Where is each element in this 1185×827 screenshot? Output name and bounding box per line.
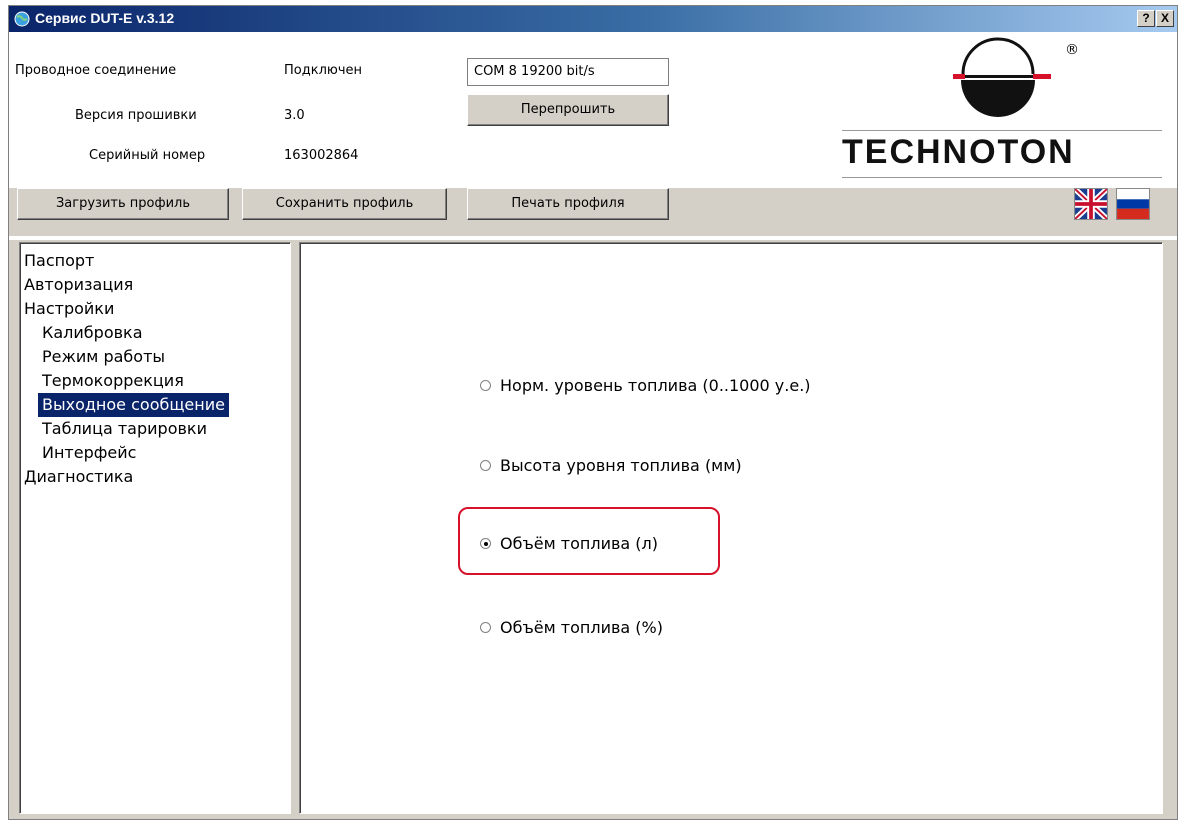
app-window: Сервис DUT-E v.3.12 ? X Проводное соедин…: [8, 5, 1178, 820]
output-message-panel: Норм. уровень топлива (0..1000 у.е.) Выс…: [299, 242, 1163, 814]
connection-status: Подключен: [284, 63, 362, 78]
print-profile-button[interactable]: Печать профиля: [467, 188, 669, 220]
help-button[interactable]: ?: [1137, 10, 1155, 27]
option-normalized-level[interactable]: Норм. уровень топлива (0..1000 у.е.): [480, 373, 811, 397]
firmware-label: Версия прошивки: [75, 108, 197, 123]
close-button[interactable]: X: [1156, 10, 1174, 27]
logo-divider-bottom: [842, 177, 1162, 178]
tree-item-thermocorrection[interactable]: Термокоррекция: [42, 369, 184, 393]
navigation-tree: Паспорт Авторизация Настройки Калибровка…: [19, 242, 291, 814]
tree-item-authorization[interactable]: Авторизация: [24, 273, 133, 297]
tree-item-output-message[interactable]: Выходное сообщение: [38, 393, 229, 417]
radio-selected-icon[interactable]: [480, 537, 491, 549]
app-globe-icon: [14, 11, 30, 27]
option-label: Норм. уровень топлива (0..1000 у.е.): [500, 375, 811, 395]
radio-icon[interactable]: [480, 379, 491, 391]
technoton-logo-icon: [953, 37, 1051, 117]
tree-item-interface[interactable]: Интерфейс: [42, 441, 136, 465]
option-level-height[interactable]: Высота уровня топлива (мм): [480, 453, 742, 477]
load-profile-button[interactable]: Загрузить профиль: [17, 188, 229, 220]
title-bar[interactable]: Сервис DUT-E v.3.12 ? X: [9, 6, 1177, 32]
option-label: Высота уровня топлива (мм): [500, 455, 742, 475]
option-fuel-volume-liters[interactable]: Объём топлива (л): [480, 531, 658, 555]
port-info-field: COM 8 19200 bit/s: [467, 58, 669, 86]
tree-item-settings[interactable]: Настройки: [24, 297, 114, 321]
uk-flag-icon[interactable]: [1074, 188, 1108, 220]
option-label: Объём топлива (%): [500, 617, 663, 637]
registered-mark: ®: [1065, 42, 1079, 58]
window-title: Сервис DUT-E v.3.12: [35, 10, 175, 26]
logo-text: TECHNOTON: [842, 133, 1075, 171]
tree-item-diagnostics[interactable]: Диагностика: [24, 465, 133, 489]
option-label: Объём топлива (л): [500, 533, 658, 553]
firmware-value: 3.0: [284, 108, 305, 123]
tree-item-passport[interactable]: Паспорт: [24, 249, 94, 273]
serial-label: Серийный номер: [89, 148, 206, 163]
russia-flag-icon[interactable]: [1116, 188, 1150, 220]
profile-toolbar: Загрузить профиль Сохранить профиль Печа…: [9, 188, 1177, 236]
radio-icon[interactable]: [480, 459, 491, 471]
option-fuel-volume-percent[interactable]: Объём топлива (%): [480, 615, 663, 639]
tree-item-calibration-table[interactable]: Таблица тарировки: [42, 417, 207, 441]
radio-icon[interactable]: [480, 621, 491, 633]
serial-value: 163002864: [284, 148, 359, 163]
reflash-button[interactable]: Перепрошить: [467, 94, 669, 126]
save-profile-button[interactable]: Сохранить профиль: [242, 188, 447, 220]
tree-item-operating-mode[interactable]: Режим работы: [42, 345, 165, 369]
logo-divider-top: [842, 130, 1162, 131]
connection-label: Проводное соединение: [15, 63, 177, 78]
tree-item-calibration[interactable]: Калибровка: [42, 321, 143, 345]
